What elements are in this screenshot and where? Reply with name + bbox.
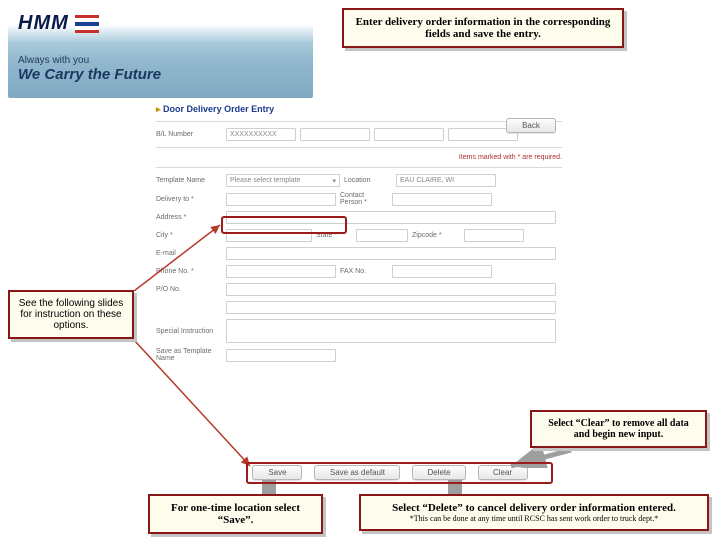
fax-field[interactable] [392,265,492,278]
callout-enter-info: Enter delivery order information in the … [342,8,624,48]
delete-button[interactable]: Delete [412,465,465,480]
label-fax: FAX No. [340,268,388,275]
label-location: Location [344,177,392,184]
required-note: Items marked with * are required. [156,154,562,161]
label-state: State * [316,232,352,239]
label-special-instruction: Special Instruction [156,328,222,335]
bl-number-field-2[interactable] [300,128,370,141]
callout-delete-main: Select “Delete” to cancel delivery order… [371,502,697,514]
brand-logo: HMM [18,12,303,35]
bl-number-field[interactable]: XXXXXXXXXX [226,128,296,141]
label-bl-number: B/L Number [156,131,222,138]
label-city: City * [156,232,222,239]
label-template-name: Template Name [156,177,222,184]
template-select[interactable]: Please select template ▾ [226,174,340,187]
arrow-icon: ▸ [156,104,161,114]
label-po: P/O No. [156,286,222,293]
save-button[interactable]: Save [252,465,302,480]
save-template-field[interactable] [226,349,336,362]
flag-icon [75,15,99,33]
bl-number-field-3[interactable] [374,128,444,141]
page-title-text: Door Delivery Order Entry [163,104,274,114]
chevron-down-icon: ▾ [332,177,336,185]
address-field[interactable] [226,211,556,224]
callout-clear: Select “Clear” to remove all data and be… [530,410,707,448]
clear-button[interactable]: Clear [478,465,528,480]
delivery-order-form: ▸ Door Delivery Order Entry Back B/L Num… [156,104,562,367]
city-field[interactable] [226,229,312,242]
brand-header: HMM Always with you We Carry the Future [8,6,313,98]
location-field[interactable]: EAU CLAIRE, WI [396,174,496,187]
action-bar: Save Save as default Delete Clear [210,465,570,480]
zipcode-field[interactable] [464,229,524,242]
label-phone: Phone No. * [156,268,222,275]
label-save-template: Save as Template Name [156,348,222,362]
callout-delete: Select “Delete” to cancel delivery order… [359,494,709,531]
po-field[interactable] [226,283,556,296]
callout-see-slides: See the following slides for instruction… [8,290,134,339]
brand-slogan: We Carry the Future [18,66,303,83]
delivery-to-field[interactable] [226,193,336,206]
label-address: Address * [156,214,222,221]
label-delivery-to: Delivery to * [156,196,222,203]
special-instruction-field[interactable] [226,319,556,343]
page-title: ▸ Door Delivery Order Entry [156,104,562,115]
callout-save: For one-time location select “Save”. [148,494,323,534]
label-zipcode: Zipcode * [412,232,460,239]
back-button[interactable]: Back [506,118,556,133]
save-default-button[interactable]: Save as default [314,465,400,480]
label-email: E-mail [156,250,222,257]
brand-name: HMM [18,12,69,35]
label-contact-person: Contact Person * [340,192,388,206]
po-field-2[interactable] [226,301,556,314]
brand-tagline: Always with you [18,55,303,66]
template-select-value: Please select template [230,177,332,184]
phone-field[interactable] [226,265,336,278]
callout-delete-sub: *This can be done at any time until RCSC… [371,514,697,523]
email-field[interactable] [226,247,556,260]
state-field[interactable] [356,229,408,242]
contact-person-field[interactable] [392,193,492,206]
